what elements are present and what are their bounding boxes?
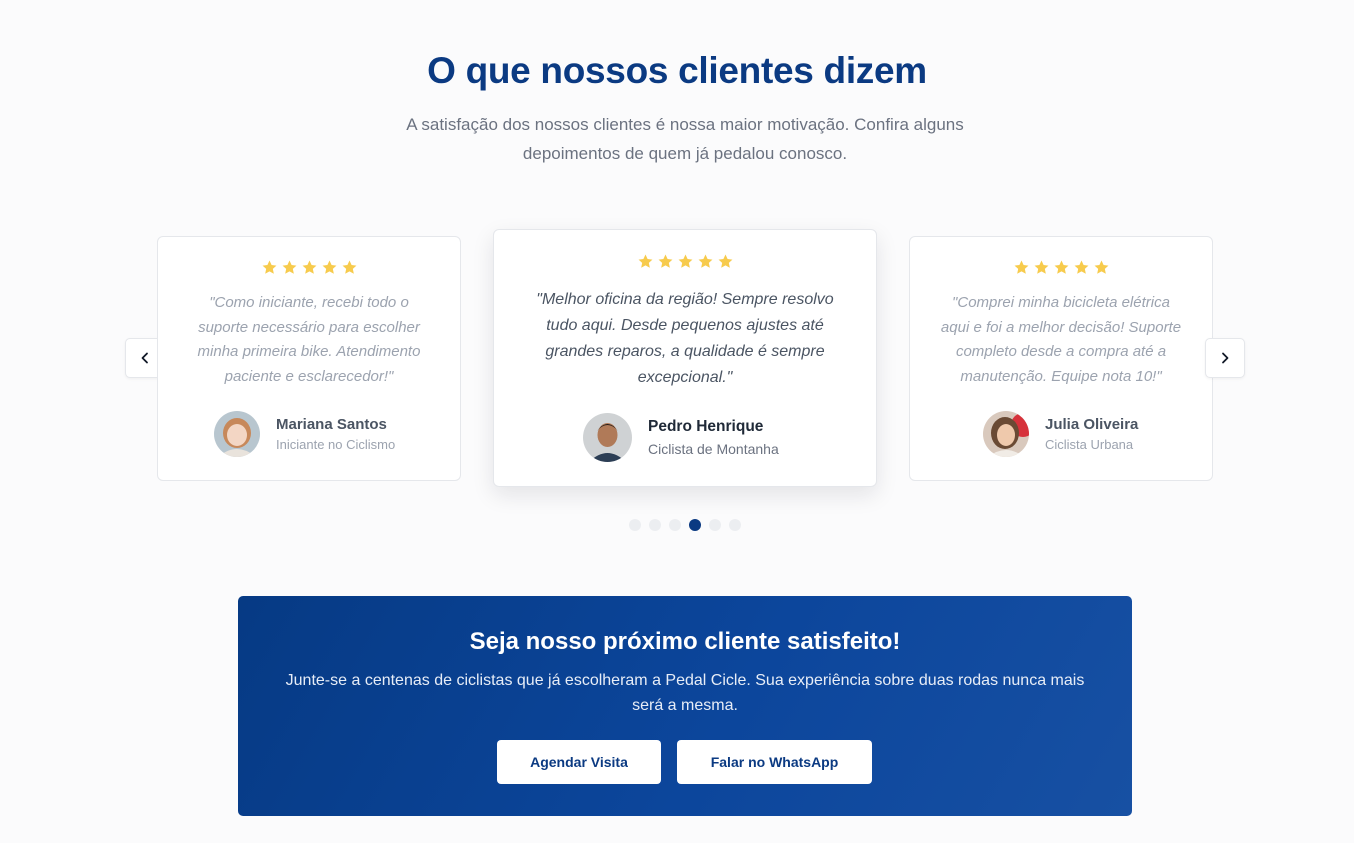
- carousel-dot[interactable]: [669, 519, 681, 531]
- carousel-dot[interactable]: [689, 519, 701, 531]
- chevron-left-icon: [141, 352, 148, 364]
- star-icon: [718, 254, 732, 268]
- carousel-dot[interactable]: [629, 519, 641, 531]
- cta-text: Junte-se a centenas de ciclistas que já …: [285, 672, 1085, 714]
- star-icon: [282, 260, 296, 274]
- avatar: [214, 411, 260, 457]
- star-icon: [638, 254, 652, 268]
- star-icon: [1074, 260, 1088, 274]
- testimonial-quote: "Como iniciante, recebi todo o suporte n…: [197, 294, 421, 385]
- carousel-dot[interactable]: [649, 519, 661, 531]
- section-subtitle: A satisfação dos nossos clientes é nossa…: [406, 115, 964, 163]
- star-icon: [302, 260, 316, 274]
- star-icon: [1094, 260, 1108, 274]
- star-icon: [658, 254, 672, 268]
- author-name: Julia Oliveira: [1045, 416, 1139, 433]
- author-name: Mariana Santos: [276, 416, 387, 433]
- carousel-dot[interactable]: [709, 519, 721, 531]
- star-icon: [262, 260, 276, 274]
- star-icon: [1034, 260, 1048, 274]
- whatsapp-button[interactable]: Falar no WhatsApp: [677, 740, 872, 784]
- cta-title: Seja nosso próximo cliente satisfeito!: [469, 628, 901, 655]
- star-icon: [678, 254, 692, 268]
- star-icon: [1054, 260, 1068, 274]
- rating-stars: [494, 253, 876, 270]
- carousel-dot[interactable]: [729, 519, 741, 531]
- star-icon: [698, 254, 712, 268]
- star-icon: [1014, 260, 1028, 274]
- testimonial-card: "Como iniciante, recebi todo o suporte n…: [157, 236, 461, 481]
- avatar: [583, 413, 632, 462]
- section-title: O que nossos clientes dizem: [427, 50, 927, 91]
- author-role: Ciclista de Montanha: [648, 441, 779, 457]
- star-icon: [342, 260, 356, 274]
- author-role: Ciclista Urbana: [1045, 437, 1134, 452]
- testimonial-author: Pedro Henrique Ciclista de Montanha: [583, 413, 779, 462]
- testimonial-author: Mariana Santos Iniciante no Ciclismo: [214, 411, 395, 457]
- schedule-visit-button[interactable]: Agendar Visita: [497, 740, 661, 784]
- author-name: Pedro Henrique: [648, 418, 764, 435]
- rating-stars: [910, 259, 1212, 276]
- carousel-pagination: [629, 519, 741, 531]
- testimonial-card: "Comprei minha bicicleta elétrica aqui e…: [909, 236, 1213, 481]
- rating-stars: [158, 259, 460, 276]
- chevron-right-icon: [1222, 352, 1229, 364]
- author-role: Iniciante no Ciclismo: [276, 437, 396, 452]
- cta-banner: Seja nosso próximo cliente satisfeito! J…: [238, 596, 1132, 816]
- testimonial-quote: "Melhor oficina da região! Sempre resolv…: [536, 291, 834, 386]
- star-icon: [322, 260, 336, 274]
- carousel-next-button[interactable]: [1205, 338, 1245, 378]
- testimonial-card-active: "Melhor oficina da região! Sempre resolv…: [493, 229, 877, 487]
- avatar: [983, 411, 1029, 457]
- testimonial-author: Julia Oliveira Ciclista Urbana: [983, 411, 1138, 457]
- testimonial-quote: "Comprei minha bicicleta elétrica aqui e…: [940, 294, 1182, 385]
